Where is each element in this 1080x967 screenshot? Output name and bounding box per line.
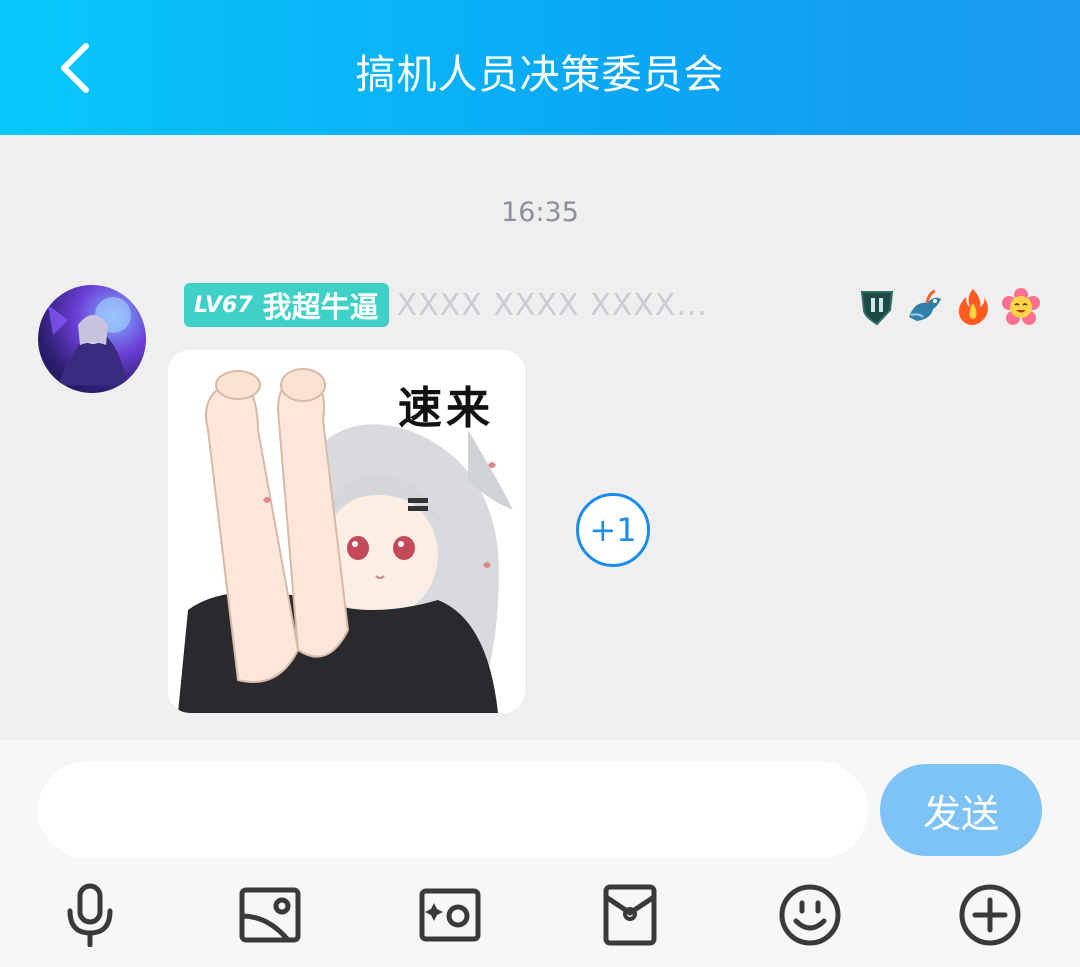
- avatar-image: [48, 297, 131, 385]
- plus-circle-icon[interactable]: [955, 880, 1025, 950]
- dragon-icon[interactable]: [904, 286, 946, 328]
- plus-one-button[interactable]: +1: [576, 493, 650, 567]
- fire-icon[interactable]: [952, 286, 994, 328]
- badge-list: [856, 285, 1042, 329]
- message-list[interactable]: 16:35 LV67 我超牛逼 XXXX XXXX XXXX... 速来 +1: [0, 135, 1080, 740]
- avatar[interactable]: [38, 285, 146, 393]
- shield-rank-icon[interactable]: [856, 286, 898, 328]
- sender-info: LV67 我超牛逼 XXXX XXXX XXXX...: [184, 283, 708, 327]
- smiley-flower-icon[interactable]: [1000, 286, 1042, 328]
- nickname: 我超牛逼: [262, 290, 379, 324]
- microphone-icon[interactable]: [55, 880, 125, 950]
- message-timestamp: 16:35: [501, 197, 579, 228]
- composer: 发送: [0, 740, 1080, 967]
- emoji-icon[interactable]: [775, 880, 845, 950]
- sticker-message[interactable]: 速来: [168, 350, 525, 713]
- red-packet-icon[interactable]: [595, 880, 665, 950]
- redacted-text: XXXX XXXX XXXX...: [396, 287, 708, 323]
- camera-icon[interactable]: [415, 880, 485, 950]
- level-badge[interactable]: LV67 我超牛逼: [184, 283, 389, 327]
- sticker-caption: 速来: [398, 383, 494, 434]
- level-label: LV67: [194, 292, 253, 318]
- message-input[interactable]: [38, 762, 868, 858]
- app-header: 搞机人员决策委员会: [0, 0, 1080, 135]
- image-icon[interactable]: [235, 880, 305, 950]
- send-button[interactable]: 发送: [880, 764, 1042, 856]
- composer-toolbar: [0, 880, 1080, 950]
- chat-title: 搞机人员决策委员会: [355, 52, 725, 98]
